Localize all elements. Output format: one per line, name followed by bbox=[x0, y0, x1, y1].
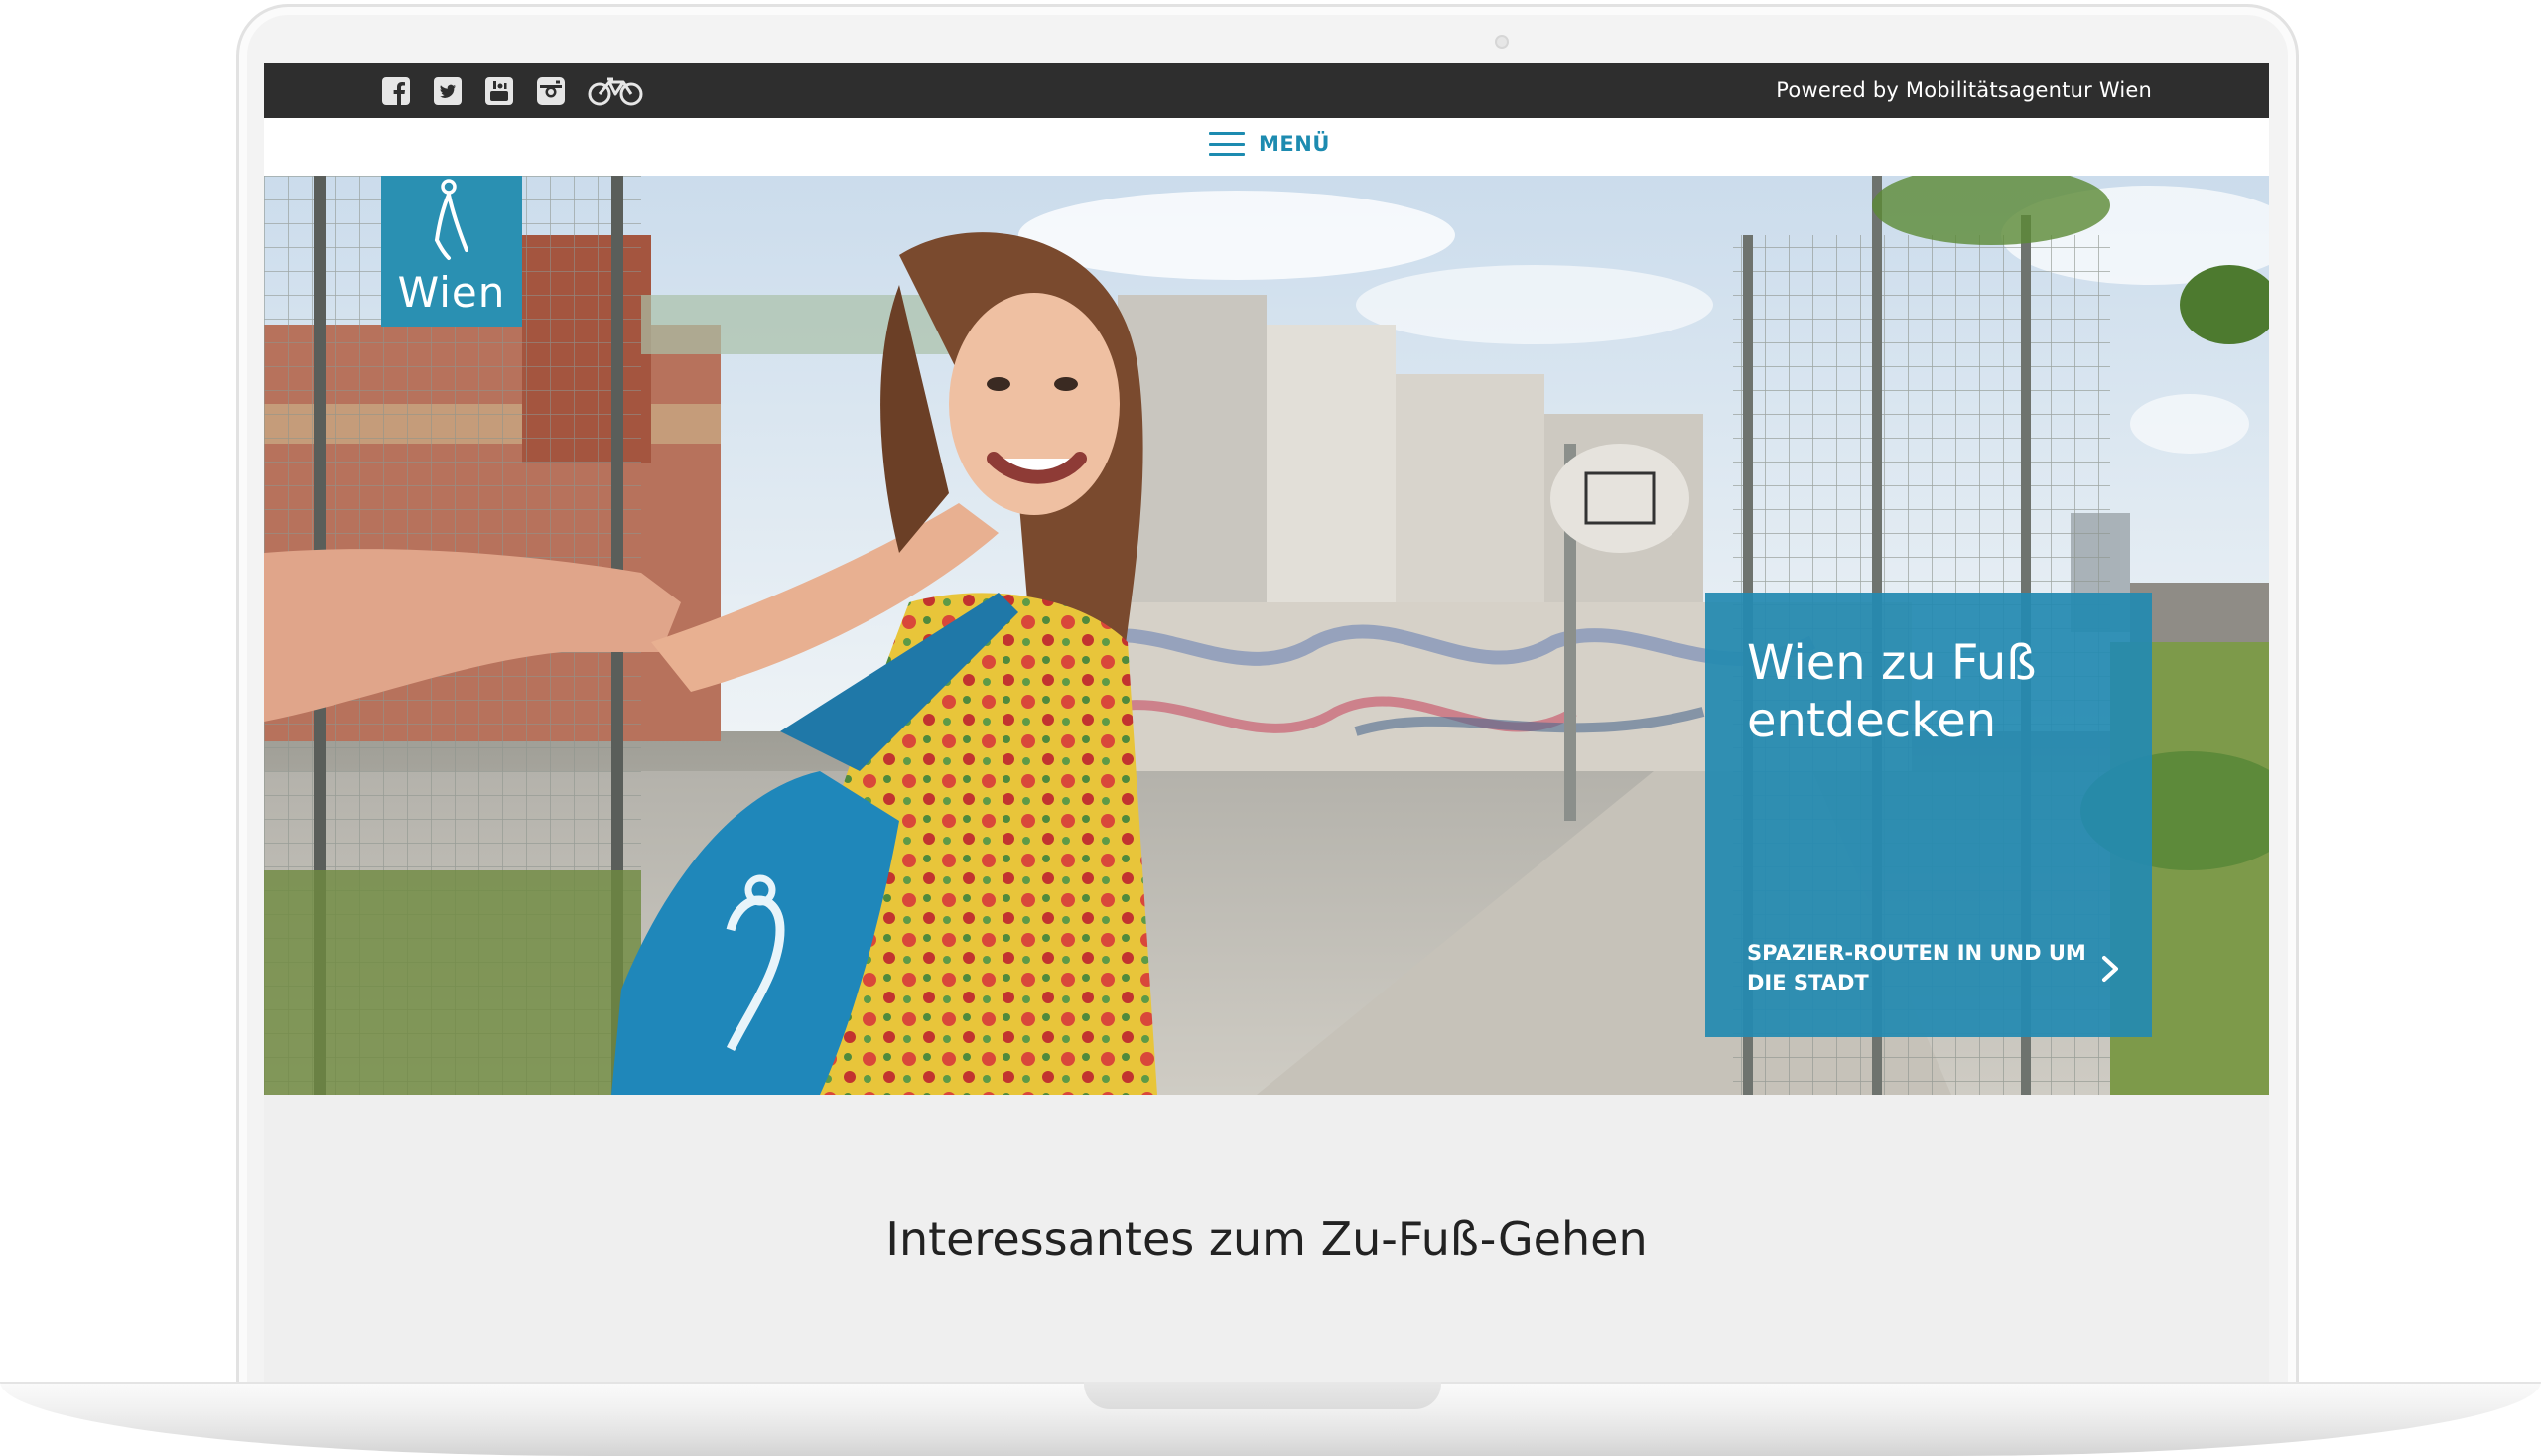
menu-button[interactable]: MENÜ bbox=[1209, 132, 1330, 156]
menu-label: MENÜ bbox=[1259, 132, 1330, 156]
instagram-icon[interactable] bbox=[536, 76, 566, 106]
teaser-link[interactable]: SPAZIER-ROUTEN IN UND UM DIE STADT bbox=[1747, 938, 2094, 997]
social-links bbox=[381, 76, 643, 106]
hero-banner: Wien Wien zu Fuß entdecken SPAZIER-ROUTE… bbox=[264, 176, 2269, 1095]
youtube-icon[interactable] bbox=[484, 76, 514, 106]
laptop-notch bbox=[1084, 1382, 1441, 1409]
browser-screen: Powered by Mobilitätsagentur Wien MENÜ W… bbox=[264, 63, 2269, 1382]
twitter-icon[interactable] bbox=[433, 76, 463, 106]
hamburger-icon bbox=[1209, 132, 1245, 156]
teaser-title: Wien zu Fuß entdecken bbox=[1747, 635, 2037, 748]
top-bar: Powered by Mobilitätsagentur Wien bbox=[264, 63, 2269, 118]
hero-teaser-box[interactable]: Wien zu Fuß entdecken SPAZIER-ROUTEN IN … bbox=[1705, 593, 2152, 1037]
facebook-icon[interactable] bbox=[381, 76, 411, 106]
bicycle-icon[interactable] bbox=[588, 76, 643, 106]
camera-dot bbox=[1495, 35, 1509, 49]
section-title: Interessantes zum Zu-Fuß-Gehen bbox=[885, 1212, 1648, 1266]
menu-bar: MENÜ bbox=[264, 118, 2269, 176]
logo-text: Wien bbox=[397, 268, 506, 317]
wien-logo[interactable]: Wien bbox=[381, 176, 522, 327]
chevron-right-icon[interactable] bbox=[2098, 954, 2122, 984]
walking-person-icon bbox=[435, 179, 468, 260]
powered-by-link[interactable]: Powered by Mobilitätsagentur Wien bbox=[1776, 78, 2152, 102]
